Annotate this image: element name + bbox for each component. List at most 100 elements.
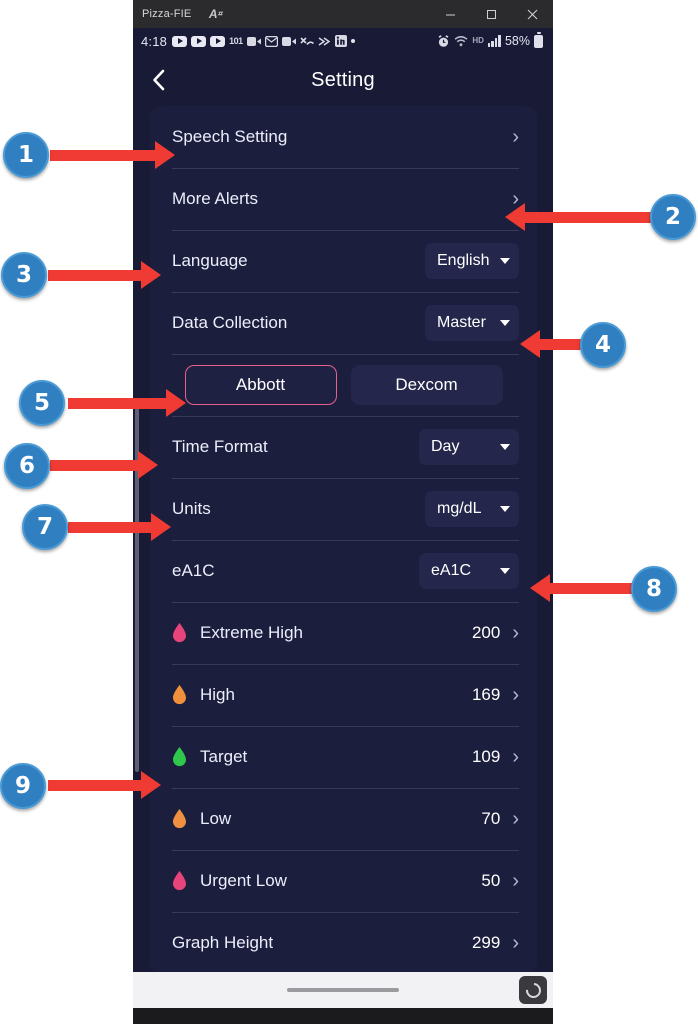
annotation-badge-9: 9 bbox=[0, 763, 46, 809]
droplet-icon bbox=[172, 809, 187, 829]
battery-percent: 58% bbox=[504, 34, 530, 48]
ea1c-dropdown[interactable]: eA1C bbox=[419, 553, 519, 589]
row-label: Units bbox=[172, 499, 211, 518]
settings-scroll-area[interactable]: Speech Setting › More Alerts › Language … bbox=[133, 106, 553, 1008]
gesture-pill[interactable] bbox=[287, 988, 399, 992]
row-label: Urgent Low bbox=[200, 871, 287, 890]
settings-row-time-format[interactable]: Time Format Day bbox=[150, 416, 537, 478]
row-label: Time Format bbox=[172, 437, 268, 456]
window-titlebar: Pizza-FIE A ⌗ bbox=[133, 0, 553, 28]
annotation-arrow-8 bbox=[530, 574, 642, 603]
row-value: 200 bbox=[471, 623, 501, 642]
settings-row-low[interactable]: Low 70 › bbox=[150, 788, 537, 850]
row-value: 299 bbox=[471, 933, 501, 952]
status-bar: 4:18 101 HD 58% bbox=[133, 28, 553, 54]
chevron-right-icon: › bbox=[512, 684, 519, 706]
dexcom-button[interactable]: Dexcom bbox=[350, 365, 503, 405]
annotation-arrow-2 bbox=[505, 203, 659, 232]
settings-row-target[interactable]: Target 109 › bbox=[150, 726, 537, 788]
row-value: 50 bbox=[481, 871, 501, 890]
phone-screen: 4:18 101 HD 58% Setting Speech Setting ›… bbox=[133, 28, 553, 1008]
annotation-badge-2: 2 bbox=[650, 194, 696, 240]
annotation-arrow-6 bbox=[50, 451, 160, 480]
settings-row-speech-setting[interactable]: Speech Setting › bbox=[150, 106, 537, 168]
status-time: 4:18 bbox=[141, 33, 168, 49]
settings-row-units[interactable]: Units mg/dL bbox=[150, 478, 537, 540]
app-header: Setting bbox=[133, 54, 553, 106]
settings-row-language[interactable]: Language English bbox=[150, 230, 537, 292]
row-label: High bbox=[200, 685, 235, 704]
row-value: 70 bbox=[481, 809, 501, 828]
annotation-badge-1: 1 bbox=[3, 132, 49, 178]
droplet-icon bbox=[172, 747, 187, 767]
window-title: Pizza-FIE bbox=[142, 8, 192, 20]
youtube-icon bbox=[191, 35, 207, 47]
dropdown-value: mg/dL bbox=[437, 500, 482, 517]
droplet-icon bbox=[172, 871, 187, 891]
chevron-right-icon: › bbox=[512, 870, 519, 892]
hd-icon: HD bbox=[472, 36, 484, 45]
screenshot-root: Pizza-FIE A ⌗ 4:18 101 HD 58% Setting Sp… bbox=[0, 0, 698, 1024]
back-chevron-icon[interactable] bbox=[133, 54, 185, 106]
row-label: Graph Height bbox=[172, 933, 274, 952]
dropdown-value: Master bbox=[437, 314, 486, 331]
data-collection-dropdown[interactable]: Master bbox=[425, 305, 519, 341]
droplet-icon bbox=[172, 685, 187, 705]
android-nav-bar bbox=[133, 972, 553, 1008]
annotation-arrow-5 bbox=[68, 389, 188, 418]
chevron-down-icon bbox=[500, 444, 510, 450]
row-label: Language bbox=[172, 251, 248, 270]
units-dropdown[interactable]: mg/dL bbox=[425, 491, 519, 527]
video-call-icon bbox=[281, 36, 296, 47]
settings-row-extreme-high[interactable]: Extreme High 200 › bbox=[150, 602, 537, 664]
missed-call-icon bbox=[300, 36, 314, 47]
chevron-down-icon bbox=[500, 258, 510, 264]
row-label: Extreme High bbox=[200, 623, 303, 642]
settings-row-ea1c[interactable]: eA1C eA1C bbox=[150, 540, 537, 602]
sensor-brand-segmented-control: Abbott Dexcom bbox=[150, 354, 537, 416]
row-label: Data Collection bbox=[172, 313, 288, 332]
chevron-right-icon: › bbox=[512, 622, 519, 644]
video-call-icon bbox=[246, 36, 261, 47]
dexcom-label: Dexcom bbox=[395, 375, 458, 394]
settings-row-high[interactable]: High 169 › bbox=[150, 664, 537, 726]
droplet-icon bbox=[172, 623, 187, 643]
chevrons-icon bbox=[318, 36, 331, 47]
youtube-icon bbox=[210, 35, 226, 47]
close-button[interactable] bbox=[512, 0, 553, 28]
settings-row-more-alerts[interactable]: More Alerts › bbox=[150, 168, 537, 230]
screen-record-icon[interactable] bbox=[519, 976, 547, 1004]
maximize-button[interactable] bbox=[471, 0, 512, 28]
abbott-button[interactable]: Abbott bbox=[184, 365, 337, 405]
settings-row-data-collection[interactable]: Data Collection Master bbox=[150, 292, 537, 354]
page-title: Setting bbox=[311, 68, 375, 91]
chevron-right-icon: › bbox=[512, 932, 519, 954]
dot-icon bbox=[350, 39, 355, 43]
chevron-right-icon: › bbox=[512, 126, 519, 148]
minimize-button[interactable] bbox=[430, 0, 471, 28]
chevron-right-icon: › bbox=[512, 808, 519, 830]
settings-card: Speech Setting › More Alerts › Language … bbox=[150, 106, 537, 974]
annotation-badge-8: 8 bbox=[631, 566, 677, 612]
mail-icon bbox=[264, 35, 278, 47]
row-label: Low bbox=[200, 809, 232, 828]
app-icon: A ⌗ bbox=[208, 7, 223, 21]
battery-icon bbox=[534, 32, 543, 48]
signal-bars-icon bbox=[487, 35, 501, 47]
language-dropdown[interactable]: English bbox=[425, 243, 519, 279]
alarm-icon bbox=[437, 34, 450, 48]
settings-row-graph-height[interactable]: Graph Height 299 › bbox=[150, 912, 537, 974]
emulator-window: Pizza-FIE A ⌗ 4:18 101 HD 58% Setting Sp… bbox=[133, 0, 553, 1024]
chevron-down-icon bbox=[500, 320, 510, 326]
record-ring bbox=[522, 979, 544, 1001]
annotation-arrow-9 bbox=[48, 771, 163, 800]
settings-row-urgent-low[interactable]: Urgent Low 50 › bbox=[150, 850, 537, 912]
row-label: Target bbox=[200, 747, 248, 766]
annotation-arrow-1 bbox=[50, 141, 175, 170]
chevron-down-icon bbox=[500, 568, 510, 574]
time-format-dropdown[interactable]: Day bbox=[419, 429, 519, 465]
wifi-icon bbox=[454, 35, 468, 47]
youtube-icon bbox=[172, 35, 188, 47]
annotation-badge-4: 4 bbox=[580, 322, 626, 368]
window-controls bbox=[430, 0, 553, 28]
